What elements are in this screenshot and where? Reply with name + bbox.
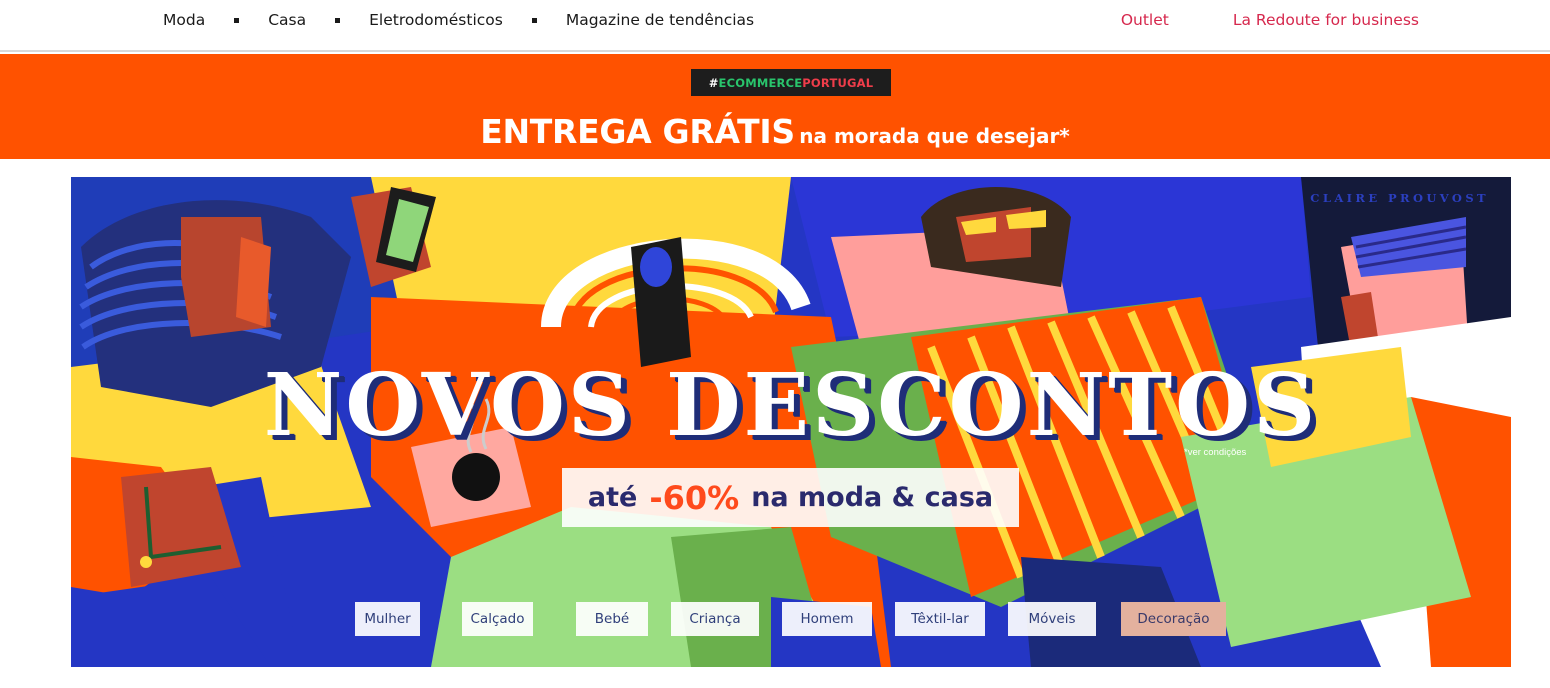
category-mulher-button[interactable]: Mulher xyxy=(355,602,420,636)
main-menu: Moda Casa Eletrodomésticos Magazine de t… xyxy=(163,11,754,29)
nav-casa[interactable]: Casa xyxy=(268,11,306,29)
promo-headline-big: ENTREGA GRÁTIS xyxy=(480,112,795,151)
category-moveis-button[interactable]: Móveis xyxy=(1008,602,1096,636)
free-delivery-banner[interactable]: # ECOMMERCE PORTUGAL ENTREGA GRÁTIS na mor… xyxy=(0,54,1550,159)
conditions-link[interactable]: *ver condições xyxy=(1184,447,1246,458)
category-decoracao-button[interactable]: Decoração xyxy=(1121,602,1226,636)
discount-prefix: até xyxy=(587,482,638,513)
hero-banner[interactable]: CLAIRE PROUVOST NOVOS DESCONTOS *ver con… xyxy=(71,177,1511,667)
artist-credit: CLAIRE PROUVOST xyxy=(1310,191,1489,205)
hero-title: NOVOS DESCONTOS xyxy=(263,355,1319,456)
nav-separator xyxy=(335,17,341,23)
discount-callout: até -60% na moda & casa xyxy=(562,468,1019,527)
discount-suffix: na moda & casa xyxy=(751,482,994,513)
promo-headline: ENTREGA GRÁTIS na morada que desejar* xyxy=(0,112,1550,151)
category-homem-button[interactable]: Homem xyxy=(782,602,872,636)
nav-outlet[interactable]: Outlet xyxy=(1121,11,1169,29)
category-crianca-button[interactable]: Criança xyxy=(671,602,759,636)
discount-value: -60% xyxy=(649,478,740,517)
top-navigation: Moda Casa Eletrodomésticos Magazine de t… xyxy=(0,0,1550,52)
nav-magazine[interactable]: Magazine de tendências xyxy=(566,11,754,29)
category-textil-lar-button[interactable]: Têxtil-lar xyxy=(895,602,985,636)
nav-moda[interactable]: Moda xyxy=(163,11,205,29)
nav-separator xyxy=(531,17,537,23)
category-calcado-button[interactable]: Calçado xyxy=(462,602,533,636)
nav-business[interactable]: La Redoute for business xyxy=(1233,11,1419,29)
promo-headline-small: na morada que desejar* xyxy=(799,124,1070,148)
category-buttons: Mulher Calçado Bebé Criança Homem Têxtil… xyxy=(355,602,1226,636)
nav-separator xyxy=(234,17,240,23)
ecommerce-portugal-badge: # ECOMMERCE PORTUGAL xyxy=(691,69,891,96)
category-bebe-button[interactable]: Bebé xyxy=(576,602,648,636)
secondary-menu: Outlet La Redoute for business xyxy=(1121,11,1419,29)
nav-eletrodomesticos[interactable]: Eletrodomésticos xyxy=(369,11,503,29)
